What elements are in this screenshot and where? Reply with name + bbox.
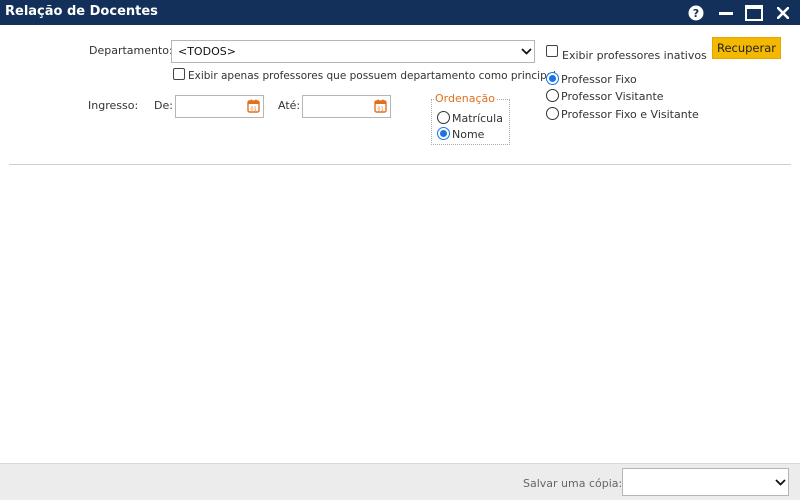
professor-fixo-radio[interactable] bbox=[546, 72, 559, 85]
apenas-principal-label: Exibir apenas professores que possuem de… bbox=[188, 70, 557, 82]
departamento-label: Departamento: bbox=[89, 44, 173, 57]
svg-text:01: 01 bbox=[250, 107, 256, 113]
minimize-icon[interactable] bbox=[716, 3, 736, 22]
help-icon[interactable]: ? bbox=[686, 3, 706, 22]
ordenacao-matricula-label: Matrícula bbox=[452, 112, 503, 125]
title-bar: Relação de Docentes ? bbox=[0, 0, 800, 25]
ingresso-label: Ingresso: bbox=[88, 99, 139, 112]
ordenacao-nome-label: Nome bbox=[452, 128, 485, 141]
de-date-input[interactable]: 01 bbox=[175, 95, 264, 118]
de-label: De: bbox=[154, 99, 173, 112]
maximize-icon[interactable] bbox=[744, 3, 764, 22]
svg-text:?: ? bbox=[693, 7, 699, 20]
professor-fixo-visitante-label: Professor Fixo e Visitante bbox=[561, 108, 699, 121]
svg-text:01: 01 bbox=[377, 107, 383, 113]
apenas-principal-checkbox[interactable] bbox=[173, 68, 185, 80]
inativos-checkbox[interactable] bbox=[546, 45, 558, 57]
calendar-icon[interactable]: 01 bbox=[247, 99, 260, 113]
recuperar-button[interactable]: Recuperar bbox=[712, 37, 781, 59]
professor-fixo-label: Professor Fixo bbox=[561, 73, 637, 86]
chevron-down-icon bbox=[772, 478, 788, 486]
salvar-copia-select[interactable] bbox=[622, 468, 789, 496]
salvar-copia-label: Salvar uma cópia: bbox=[523, 477, 623, 490]
ordenacao-matricula-radio[interactable] bbox=[437, 111, 450, 124]
departamento-select[interactable]: <TODOS> bbox=[171, 40, 535, 63]
chevron-down-icon bbox=[518, 48, 534, 55]
inativos-label: Exibir professores inativos bbox=[562, 49, 707, 62]
window-title: Relação de Docentes bbox=[5, 4, 158, 19]
professor-visitante-label: Professor Visitante bbox=[561, 90, 664, 103]
ordenacao-nome-radio[interactable] bbox=[437, 127, 450, 140]
ate-date-input[interactable]: 01 bbox=[302, 95, 391, 118]
footer-bar: Salvar uma cópia: bbox=[0, 463, 800, 500]
calendar-icon[interactable]: 01 bbox=[374, 99, 387, 113]
ate-label: Até: bbox=[278, 99, 301, 112]
professor-visitante-radio[interactable] bbox=[546, 89, 559, 102]
close-icon[interactable] bbox=[773, 3, 793, 22]
professor-fixo-visitante-radio[interactable] bbox=[546, 107, 559, 120]
divider bbox=[9, 164, 791, 165]
departamento-value: <TODOS> bbox=[178, 45, 236, 58]
ordenacao-legend: Ordenação bbox=[434, 92, 496, 105]
